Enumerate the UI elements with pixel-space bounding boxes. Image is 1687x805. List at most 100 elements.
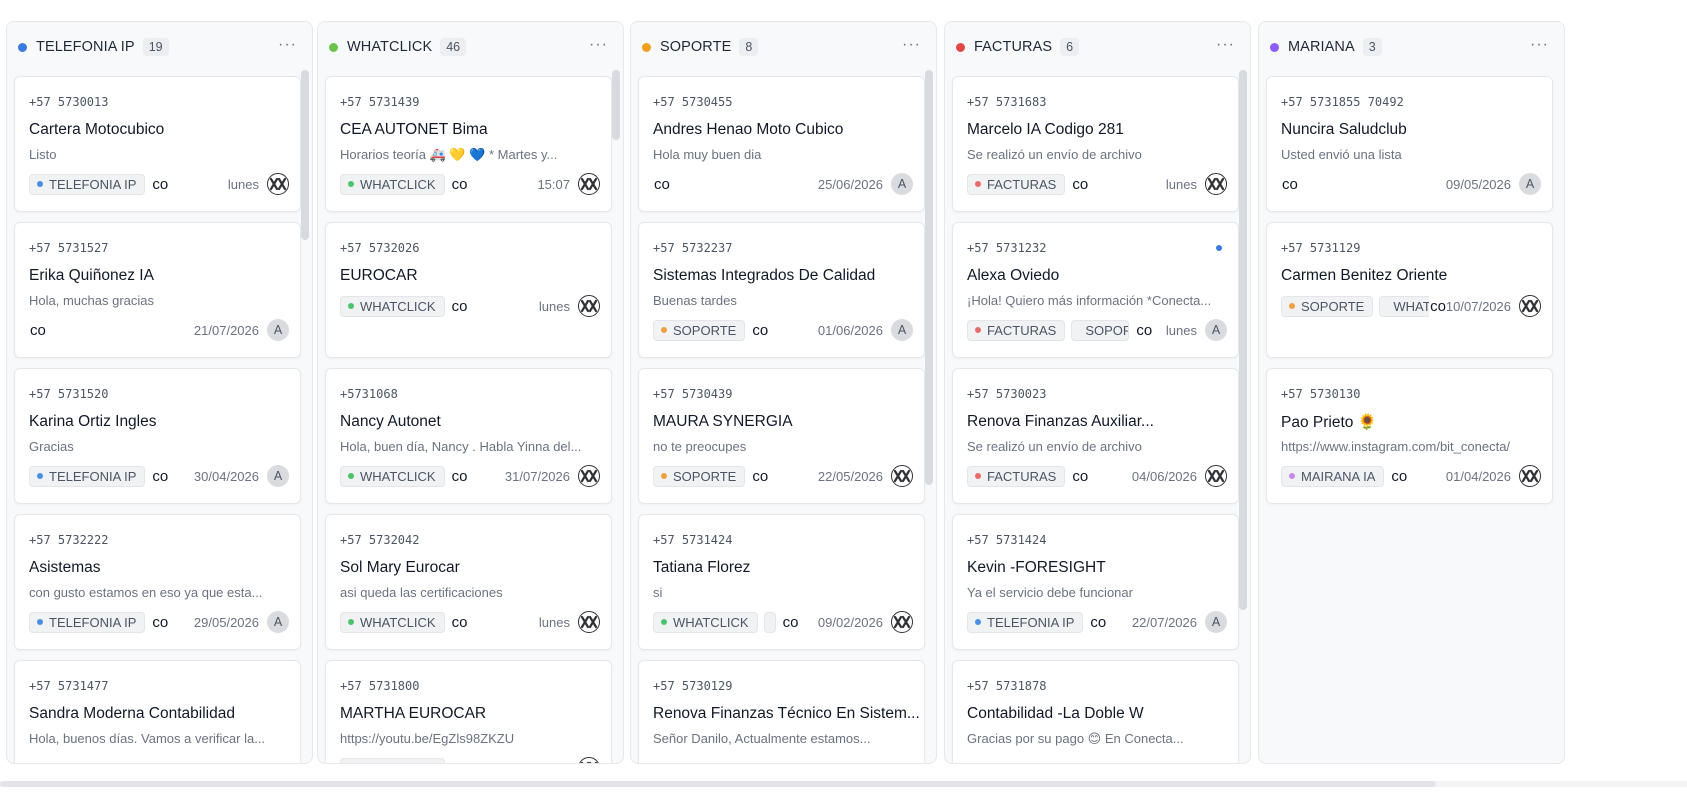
assignee-avatar[interactable]: A: [891, 319, 913, 341]
country-code: co: [1072, 467, 1089, 485]
contact-card[interactable]: +57 5732026 EUROCAR WHATCLICK co lunes: [325, 222, 612, 358]
card-contact-name: MAURA SYNERGIA: [653, 413, 793, 430]
card-last-message: Hola, buenos días. Vamos a verificar la.…: [29, 731, 266, 746]
brand-logo-icon[interactable]: [1519, 295, 1541, 317]
contact-card[interactable]: +57 5731477 Sandra Moderna Contabilidad Ho…: [14, 660, 301, 763]
card-contact-name: Sandra Moderna Contabilidad: [29, 705, 235, 722]
assignee-avatar[interactable]: A: [267, 319, 289, 341]
brand-logo-icon[interactable]: [1519, 465, 1541, 487]
contact-card[interactable]: +57 5730130 Pao Prieto 🌻 https://www.insta…: [1266, 368, 1553, 504]
tag-color-dot: [348, 181, 354, 187]
assignee-avatar[interactable]: A: [267, 611, 289, 633]
card-contact-name: Nancy Autonet: [340, 413, 441, 430]
contact-card[interactable]: +57 5731527 Erika Quiñonez IA Hola, muchas…: [14, 222, 301, 358]
brand-logo-icon[interactable]: [891, 611, 913, 633]
contact-card[interactable]: +57 5730439 MAURA SYNERGIA no te preocupes…: [638, 368, 925, 504]
column-scroll-thumb[interactable]: [1239, 70, 1247, 610]
card-footer: WHATCLICK co lunes: [340, 756, 600, 763]
brand-logo-icon[interactable]: [578, 465, 600, 487]
assignee-avatar[interactable]: A: [1205, 611, 1227, 633]
tag-chip[interactable]: MAIRANA IA: [1281, 465, 1385, 487]
contact-card[interactable]: +57 5732222 Asistemas con gusto estamos en…: [14, 514, 301, 650]
card-contact-name: Erika Quiñonez IA: [29, 267, 154, 284]
brand-logo-icon[interactable]: [578, 173, 600, 195]
tag-chip[interactable]: TELEFONIA IP: [29, 611, 146, 633]
contact-card[interactable]: +57 5731878 Contabilidad -La Doble W Graci…: [952, 660, 1239, 763]
tag-chip[interactable]: TELEFONIA IP: [967, 611, 1084, 633]
card-date: 01/04/2026: [1445, 468, 1511, 484]
tag-chip[interactable]: FACTURAS: [967, 173, 1066, 195]
card-phone: +57 5730439: [653, 387, 733, 401]
contact-card[interactable]: +57 5731129 Carmen Benitez Oriente SOPORTE…: [1266, 222, 1553, 358]
card-footer: WHATCLICK co lunes: [340, 294, 600, 318]
contact-card[interactable]: +57 5731424 Tatiana Florez si WHATCLICK co 09…: [638, 514, 925, 650]
card-last-message: si: [653, 585, 663, 600]
tag-chip[interactable]: WHATCLICK: [1379, 295, 1430, 317]
card-date: lunes: [1165, 322, 1197, 338]
contact-card[interactable]: +57 5731232 Alexa Oviedo ¡Hola! Quiero más…: [952, 222, 1239, 358]
country-code: co: [1430, 297, 1446, 315]
column-scroll-thumb[interactable]: [301, 70, 309, 240]
brand-logo-icon[interactable]: [267, 173, 289, 195]
tag-chip[interactable]: SOPORTE: [653, 319, 746, 341]
brand-logo-icon[interactable]: [578, 295, 600, 317]
tag-chip[interactable]: FACTURAS: [967, 319, 1066, 341]
card-tags: TELEFONIA IP: [29, 173, 151, 195]
contact-card[interactable]: +57 5731683 Marcelo IA Codigo 281 Se reali…: [952, 76, 1239, 212]
tag-chip[interactable]: WHATCLICK: [340, 611, 445, 633]
tag-chip[interactable]: TELEFONIA IP: [29, 173, 146, 195]
contact-card[interactable]: +57 5731424 Kevin -FORESIGHT Ya el servici…: [952, 514, 1239, 650]
tag-chip[interactable]: SOPORTE: [1071, 319, 1130, 341]
tag-chip[interactable]: [763, 611, 776, 633]
column-scrollbar[interactable]: [1239, 70, 1247, 761]
column-scrollbar[interactable]: [301, 70, 309, 761]
contact-card[interactable]: +57 5730455 Andres Henao Moto Cubico Hola …: [638, 76, 925, 212]
contact-card[interactable]: +57 5731855 70492 Nuncira Saludclub Usted …: [1266, 76, 1553, 212]
brand-logo-icon[interactable]: [891, 465, 913, 487]
tag-color-dot: [661, 473, 667, 479]
card-date: 21/07/2026: [193, 322, 259, 338]
column-scrollbar[interactable]: [612, 70, 620, 761]
horizontal-scroll-thumb[interactable]: [0, 781, 1436, 787]
card-date: 10/07/2026: [1445, 298, 1511, 314]
contact-card[interactable]: +57 5730013 Cartera Motocubico Listo TELEFO…: [14, 76, 301, 212]
card-date: 29/05/2026: [193, 614, 259, 630]
assignee-avatar[interactable]: A: [891, 173, 913, 195]
column-cards: +57 5730013 Cartera Motocubico Listo TELEFO…: [7, 22, 312, 763]
kanban-column: MARIANA 3 ··· +57 5731855 70492 Nuncira Salu…: [1258, 21, 1565, 764]
contact-card[interactable]: +57 5732042 Sol Mary Eurocar asi queda las…: [325, 514, 612, 650]
tag-chip[interactable]: WHATCLICK: [340, 757, 445, 763]
tag-chip[interactable]: FACTURAS: [967, 465, 1066, 487]
brand-logo-icon[interactable]: [578, 611, 600, 633]
tag-color-dot: [37, 181, 43, 187]
assignee-avatar[interactable]: A: [267, 465, 289, 487]
brand-logo-icon[interactable]: [1205, 465, 1227, 487]
contact-card[interactable]: +57 5730129 Renova Finanzas Técnico En Si…: [638, 660, 925, 763]
column-scroll-thumb[interactable]: [612, 70, 620, 140]
tag-color-dot: [975, 473, 981, 479]
brand-logo-icon[interactable]: [578, 757, 600, 763]
tag-chip[interactable]: WHATCLICK: [340, 173, 445, 195]
contact-card[interactable]: +57 5731800 MARTHA EUROCAR https://youtu.b…: [325, 660, 612, 763]
contact-card[interactable]: +57 5732237 Sistemas Integrados De Calida…: [638, 222, 925, 358]
contact-card[interactable]: +5731068 Nancy Autonet Hola, buen día, Nan…: [325, 368, 612, 504]
country-code: co: [1391, 467, 1408, 485]
column-scroll-thumb[interactable]: [925, 70, 933, 485]
contact-card[interactable]: +57 5731520 Karina Ortiz Ingles Gracias TEL…: [14, 368, 301, 504]
tag-chip[interactable]: SOPORTE: [1281, 295, 1374, 317]
tag-chip[interactable]: WHATCLICK: [653, 611, 758, 633]
kanban-board: TELEFONIA IP 19 ··· +57 5730013 Cartera Moto…: [0, 0, 1687, 805]
contact-card[interactable]: +57 5730023 Renova Finanzas Auxiliar... Se…: [952, 368, 1239, 504]
card-contact-name: CEA AUTONET Bima: [340, 121, 488, 138]
assignee-avatar[interactable]: A: [1205, 319, 1227, 341]
column-scrollbar[interactable]: [925, 70, 933, 761]
tag-chip[interactable]: TELEFONIA IP: [29, 465, 146, 487]
assignee-avatar[interactable]: A: [1519, 173, 1541, 195]
tag-chip[interactable]: SOPORTE: [653, 465, 746, 487]
tag-chip[interactable]: WHATCLICK: [340, 295, 445, 317]
horizontal-scrollbar[interactable]: [0, 781, 1687, 787]
card-date: 01/06/2026: [817, 322, 883, 338]
brand-logo-icon[interactable]: [1205, 173, 1227, 195]
tag-chip[interactable]: WHATCLICK: [340, 465, 445, 487]
contact-card[interactable]: +57 5731439 CEA AUTONET Bima Horarios teor…: [325, 76, 612, 212]
